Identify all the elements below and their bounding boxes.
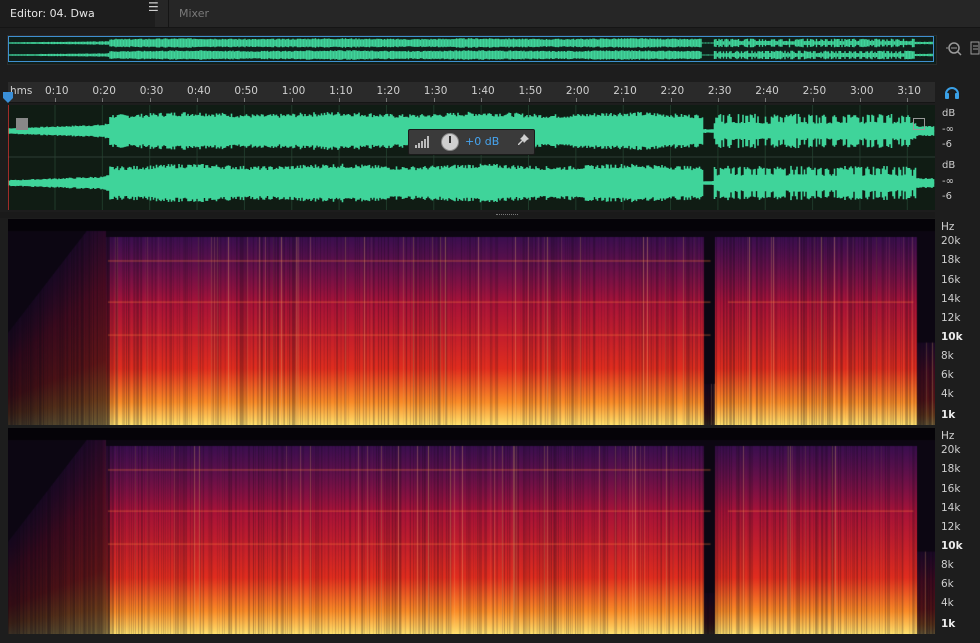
db-unit: dB xyxy=(942,160,956,171)
db-low: -6 xyxy=(942,139,952,150)
ruler-tick xyxy=(244,98,246,102)
hz-unit: Hz xyxy=(941,221,955,233)
hz-scale-ch1: Hz 20k 18k 16k 14k 12k 10k 8k 6k 4k 1k xyxy=(938,219,980,425)
overview-navigator[interactable] xyxy=(7,35,937,65)
ruler-tick xyxy=(149,98,151,102)
time-ruler[interactable]: hms 0:10 0:20 0:30 0:40 0:50 1:00 1:10 1:20 1:30… xyxy=(8,82,935,103)
ruler-tick xyxy=(765,98,767,102)
ruler-tick xyxy=(291,98,293,102)
ruler-label: 1:10 xyxy=(329,85,353,97)
hz-label: 6k xyxy=(941,369,954,381)
ruler-tick xyxy=(623,98,625,102)
overview-selection[interactable] xyxy=(8,36,934,62)
gain-value[interactable]: +0 dB xyxy=(465,135,499,148)
db-scale-ch1: dB -∞ -6 xyxy=(938,106,980,158)
ruler-label: 0:10 xyxy=(45,85,69,97)
gain-hud[interactable]: +0 dB xyxy=(408,129,535,155)
db-scale-ch2: dB -∞ -6 xyxy=(938,158,980,210)
hz-label: 20k xyxy=(941,235,961,247)
ruler-label: 2:50 xyxy=(802,85,827,97)
ruler-tick xyxy=(433,98,435,102)
ruler-label: 0:20 xyxy=(92,85,116,97)
db-mid: -∞ xyxy=(942,124,954,135)
ruler-label: 2:30 xyxy=(707,85,732,97)
tab-menu-icon[interactable]: ☰ xyxy=(148,0,159,14)
volume-knob-icon[interactable] xyxy=(441,133,459,151)
hz-label: 20k xyxy=(941,444,961,456)
tab-editor[interactable]: Editor: 04. Dwa Wina.mp3 xyxy=(0,0,155,47)
ruler-tick xyxy=(55,98,56,102)
hz-label: 12k xyxy=(941,521,961,533)
hz-label: 14k xyxy=(941,502,961,514)
ruler-tick xyxy=(812,98,814,102)
ruler-label: 1:40 xyxy=(471,85,495,97)
hz-label: 16k xyxy=(941,483,961,495)
hz-label: 1k xyxy=(941,618,956,630)
ruler-tick xyxy=(670,98,672,102)
ruler-label: 1:50 xyxy=(518,85,543,97)
zoom-icon[interactable] xyxy=(945,40,963,58)
hz-label: 12k xyxy=(941,312,961,324)
hz-scale-ch2: Hz 20k 18k 16k 14k 12k 10k 8k 6k 4k 1k xyxy=(938,428,980,634)
ruler-tick xyxy=(339,98,341,102)
hz-label: 1k xyxy=(941,409,956,421)
ruler-tick xyxy=(859,98,861,102)
waveform-channels xyxy=(8,105,935,210)
tab-mixer[interactable]: Mixer xyxy=(168,0,234,27)
hz-unit: Hz xyxy=(941,430,955,442)
ruler-label: 2:40 xyxy=(755,85,779,97)
hz-label: 16k xyxy=(941,274,961,286)
ruler-tick xyxy=(717,98,719,102)
fade-in-handle[interactable] xyxy=(16,118,28,130)
view-divider[interactable] xyxy=(0,212,935,218)
hz-label: 4k xyxy=(941,597,954,609)
ruler-label: 3:10 xyxy=(897,85,921,97)
ruler-label: 0:50 xyxy=(234,85,258,97)
ruler-label: 0:40 xyxy=(187,85,211,97)
ruler-label: 3:00 xyxy=(849,85,874,97)
hz-label: 4k xyxy=(941,388,954,400)
ruler-tick xyxy=(528,98,530,102)
hz-label: 6k xyxy=(941,578,954,590)
ruler-tick xyxy=(102,98,104,102)
hz-label: 8k xyxy=(941,350,954,362)
db-unit: dB xyxy=(942,108,956,119)
spectral-display-ch2[interactable] xyxy=(8,428,935,634)
ruler-label: 0:30 xyxy=(139,85,164,97)
pin-icon[interactable] xyxy=(518,134,530,149)
ruler-label: 2:10 xyxy=(613,85,637,97)
hz-label: 8k xyxy=(941,559,954,571)
ruler-tick xyxy=(575,98,577,102)
ruler-label: 1:30 xyxy=(423,85,448,97)
hz-label: 18k xyxy=(941,254,961,266)
ruler-tick xyxy=(907,98,909,102)
divider-grip[interactable] xyxy=(496,214,518,216)
headphone-icon[interactable] xyxy=(944,84,960,100)
tab-bar: Editor: 04. Dwa Wina.mp3 ☰ Mixer xyxy=(0,0,980,47)
ruler-tick xyxy=(197,98,199,102)
hz-label: 10k xyxy=(941,540,963,552)
ruler-label: 2:00 xyxy=(565,85,590,97)
panel-menu-icon[interactable] xyxy=(970,40,980,56)
fade-out-handle[interactable] xyxy=(913,118,925,130)
ruler-tick xyxy=(481,98,483,102)
ruler-label: 2:20 xyxy=(660,85,685,97)
ruler-label: 1:20 xyxy=(376,85,401,97)
ruler-label: 1:00 xyxy=(281,85,306,97)
ruler-tick xyxy=(386,98,388,102)
db-mid: -∞ xyxy=(942,176,954,187)
hz-label: 10k xyxy=(941,331,963,343)
hz-label: 14k xyxy=(941,293,961,305)
level-bars-icon xyxy=(415,136,429,148)
db-low: -6 xyxy=(942,191,952,202)
spectral-display-ch1[interactable] xyxy=(8,219,935,425)
playhead-marker[interactable] xyxy=(2,92,14,104)
waveform-display[interactable] xyxy=(8,105,935,210)
tab-mixer-label: Mixer xyxy=(179,7,210,20)
hz-label: 18k xyxy=(941,463,961,475)
